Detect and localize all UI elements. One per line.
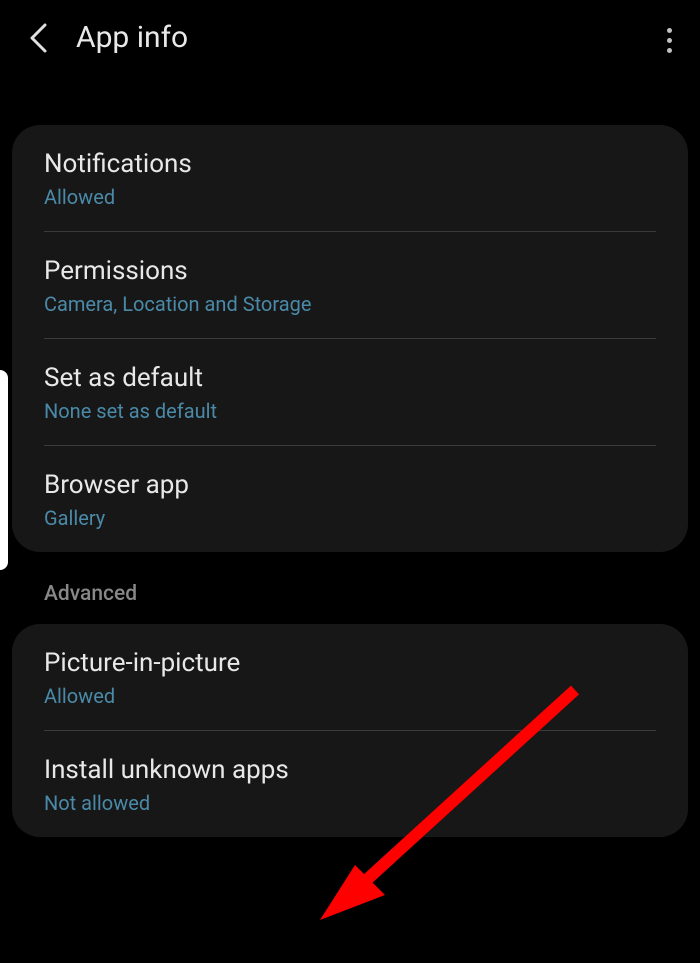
setting-title: Picture-in-picture <box>44 648 656 678</box>
setting-subtitle: Not allowed <box>44 791 656 815</box>
setting-subtitle: Allowed <box>44 684 656 708</box>
page-title: App info <box>76 20 188 55</box>
setting-title: Permissions <box>44 256 656 286</box>
settings-card-primary: Notifications Allowed Permissions Camera… <box>12 125 688 552</box>
app-header: App info <box>0 0 700 75</box>
setting-title: Set as default <box>44 363 656 393</box>
install-unknown-apps-row[interactable]: Install unknown apps Not allowed <box>44 731 656 837</box>
advanced-section-header: Advanced <box>0 552 700 624</box>
setting-subtitle: Gallery <box>44 506 656 530</box>
setting-title: Browser app <box>44 470 656 500</box>
set-as-default-row[interactable]: Set as default None set as default <box>44 339 656 446</box>
browser-app-row[interactable]: Browser app Gallery <box>44 446 656 552</box>
setting-subtitle: Allowed <box>44 185 656 209</box>
setting-title: Notifications <box>44 149 656 179</box>
settings-card-advanced: Picture-in-picture Allowed Install unkno… <box>12 624 688 837</box>
notifications-row[interactable]: Notifications Allowed <box>44 125 656 232</box>
setting-title: Install unknown apps <box>44 755 656 785</box>
permissions-row[interactable]: Permissions Camera, Location and Storage <box>44 232 656 339</box>
setting-subtitle: None set as default <box>44 399 656 423</box>
back-icon[interactable] <box>24 24 52 52</box>
setting-subtitle: Camera, Location and Storage <box>44 292 656 316</box>
more-options-icon[interactable] <box>663 24 676 57</box>
picture-in-picture-row[interactable]: Picture-in-picture Allowed <box>44 624 656 731</box>
scroll-indicator <box>0 370 8 570</box>
